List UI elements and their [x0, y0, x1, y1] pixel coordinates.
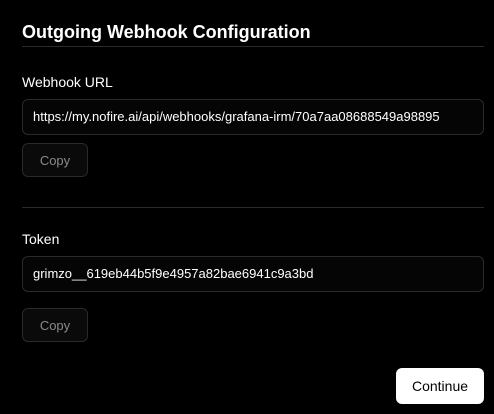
token-field[interactable] — [22, 256, 484, 292]
continue-button[interactable]: Continue — [396, 368, 484, 404]
webhook-url-field[interactable] — [22, 99, 484, 135]
copy-webhook-url-button[interactable]: Copy — [22, 143, 88, 177]
webhook-url-label: Webhook URL — [22, 74, 113, 90]
copy-token-button[interactable]: Copy — [22, 308, 88, 342]
token-label: Token — [22, 231, 60, 247]
dialog-title: Outgoing Webhook Configuration — [22, 22, 311, 42]
section-divider — [22, 207, 484, 208]
title-divider — [22, 46, 484, 47]
webhook-config-dialog: Outgoing Webhook Configuration Webhook U… — [0, 0, 494, 414]
